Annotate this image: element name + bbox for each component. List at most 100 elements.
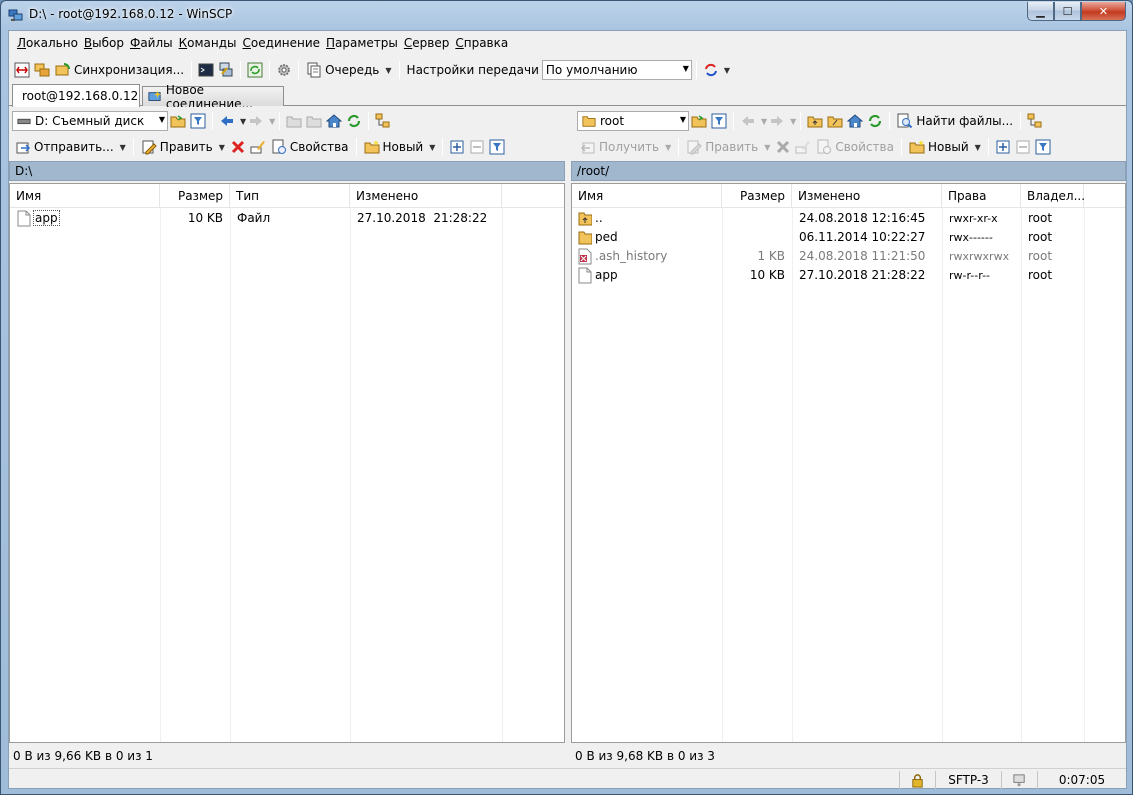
delete-button[interactable] — [229, 138, 247, 156]
parent-dir-button[interactable] — [806, 112, 824, 130]
title-bar[interactable]: D:\ - root@192.168.0.12 - WinSCP ▁ ☐ ✕ — [1, 1, 1132, 29]
menu-item-2[interactable]: Файлы — [127, 36, 176, 50]
sync-dirs-button[interactable] — [702, 61, 720, 79]
edit-button[interactable]: Править ▼ — [683, 139, 773, 155]
column-modified[interactable]: Изменено — [350, 184, 502, 208]
find-files-button[interactable]: Найти файлы... — [894, 113, 1016, 129]
send-button[interactable]: Отправить... ▼ — [12, 139, 129, 155]
home-button[interactable] — [325, 112, 343, 130]
toolbar-separator — [695, 61, 697, 79]
table-row[interactable]: ped 06.11.2014 10:22:27 rwx------ root — [572, 228, 1125, 247]
table-row[interactable]: app 10 KB 27.10.2018 21:28:22 rw-r--r-- root — [572, 266, 1125, 285]
filter-button[interactable] — [189, 112, 207, 130]
sort-ascending-icon: ^ — [82, 183, 90, 191]
table-row[interactable]: app 10 KB Файл 27.10.2018 21:28:22 — [10, 209, 564, 228]
filter-select-button[interactable] — [1034, 138, 1052, 156]
column-name[interactable]: Имя ^ — [572, 184, 722, 208]
queue-button[interactable]: Очередь ▼ — [303, 62, 394, 78]
encryption-indicator[interactable] — [899, 771, 935, 789]
properties-button[interactable]: Свойства — [268, 139, 352, 155]
edit-icon — [142, 140, 157, 155]
open-folder-button[interactable] — [169, 112, 187, 130]
remote-dir-select[interactable]: root ▼ — [577, 111, 689, 131]
putty-icon — [219, 62, 233, 77]
menu-item-7[interactable]: Справка — [452, 36, 511, 50]
column-modified[interactable]: Изменено — [792, 184, 942, 208]
select-all-button[interactable] — [448, 138, 466, 156]
drive-select[interactable]: D: Съемный диск ▼ — [12, 111, 168, 131]
tab-session[interactable]: root@192.168.0.12 — [12, 84, 140, 107]
synchronize-button[interactable]: Синхронизация... — [52, 62, 187, 78]
putty-button[interactable] — [217, 61, 235, 79]
new-button[interactable]: Новый ▼ — [361, 139, 439, 155]
file-owner: root — [1028, 211, 1053, 225]
get-button[interactable]: Получить ▼ — [577, 139, 674, 155]
file-modified: 06.11.2014 10:22:27 — [799, 230, 926, 244]
menu-item-5[interactable]: Параметры — [323, 36, 401, 50]
column-type[interactable]: Тип — [230, 184, 350, 208]
refresh-screen-icon — [247, 62, 263, 78]
protocol-indicator[interactable]: SFTP-3 — [935, 771, 1001, 789]
close-button[interactable]: ✕ — [1081, 2, 1126, 21]
chevron-down-icon[interactable]: ▼ — [761, 117, 767, 126]
refresh-both-button[interactable] — [246, 61, 264, 79]
open-folder-button[interactable] — [690, 112, 708, 130]
sync-browse-button[interactable] — [33, 61, 51, 79]
console-button[interactable] — [197, 61, 215, 79]
preferences-button[interactable] — [275, 61, 293, 79]
chevron-down-icon[interactable]: ▼ — [724, 66, 730, 75]
parent-dir-button[interactable] — [285, 112, 303, 130]
table-row[interactable]: .. 24.08.2018 12:16:45 rwxr-xr-x root — [572, 209, 1125, 228]
refresh-button[interactable] — [345, 112, 363, 130]
tab-new-connection[interactable]: Новое соединение... — [142, 83, 284, 111]
menu-item-4[interactable]: Соединение — [240, 36, 323, 50]
back-button[interactable] — [218, 112, 236, 130]
new-button[interactable]: Новый ▼ — [906, 139, 984, 155]
column-owner[interactable]: Владел... — [1021, 184, 1086, 208]
transfer-preset-select[interactable]: По умолчанию ▼ — [541, 60, 692, 80]
menu-item-3[interactable]: Команды — [176, 36, 240, 50]
chevron-down-icon[interactable]: ▼ — [240, 117, 246, 126]
menu-item-1[interactable]: Выбор — [81, 36, 127, 50]
delete-button[interactable] — [774, 138, 792, 156]
column-size[interactable]: Размер — [160, 184, 230, 208]
new-folder-icon — [364, 140, 379, 154]
menu-item-0[interactable]: Локально — [14, 36, 81, 50]
properties-button[interactable]: Свойства — [813, 139, 897, 155]
forward-button[interactable] — [768, 112, 786, 130]
column-label: Владел... — [1027, 189, 1086, 203]
filter-button[interactable] — [710, 112, 728, 130]
rename-button[interactable] — [249, 138, 267, 156]
menu-item-6[interactable]: Сервер — [401, 36, 452, 50]
column-name[interactable]: Имя ^ — [10, 184, 160, 208]
remote-path-bar[interactable]: /root/ — [571, 161, 1126, 181]
minimize-button[interactable]: ▁ — [1027, 2, 1054, 21]
root-dir-button[interactable] — [305, 112, 323, 130]
unselect-button[interactable] — [468, 138, 486, 156]
column-rights[interactable]: Права — [942, 184, 1021, 208]
back-button[interactable] — [739, 112, 757, 130]
properties-icon — [272, 139, 286, 154]
unselect-button[interactable] — [1014, 138, 1032, 156]
local-file-list[interactable]: Имя ^ Размер Тип Изменено app 10 KB Файл … — [9, 183, 565, 743]
column-size[interactable]: Размер — [722, 184, 792, 208]
remote-file-list[interactable]: Имя ^ Размер Изменено Права Владел... .. 2… — [571, 183, 1126, 743]
parent-folder-icon — [286, 116, 302, 128]
home-button[interactable] — [846, 112, 864, 130]
rename-button[interactable] — [794, 138, 812, 156]
chevron-down-icon[interactable]: ▼ — [790, 117, 796, 126]
local-path-bar[interactable]: D:\ — [9, 161, 565, 181]
forward-button[interactable] — [247, 112, 265, 130]
select-all-button[interactable] — [994, 138, 1012, 156]
filter-select-button[interactable] — [488, 138, 506, 156]
tree-button[interactable] — [1026, 112, 1044, 130]
root-dir-button[interactable] — [826, 112, 844, 130]
table-row[interactable]: .ash_history 1 KB 24.08.2018 11:21:50 rwxrw… — [572, 247, 1125, 266]
refresh-button[interactable] — [866, 112, 884, 130]
compare-dirs-button[interactable] — [13, 61, 31, 79]
edit-button[interactable]: Править ▼ — [138, 139, 228, 155]
connection-indicator[interactable] — [1001, 771, 1037, 789]
tree-button[interactable] — [374, 112, 392, 130]
chevron-down-icon[interactable]: ▼ — [269, 117, 275, 126]
maximize-button[interactable]: ☐ — [1054, 2, 1081, 21]
